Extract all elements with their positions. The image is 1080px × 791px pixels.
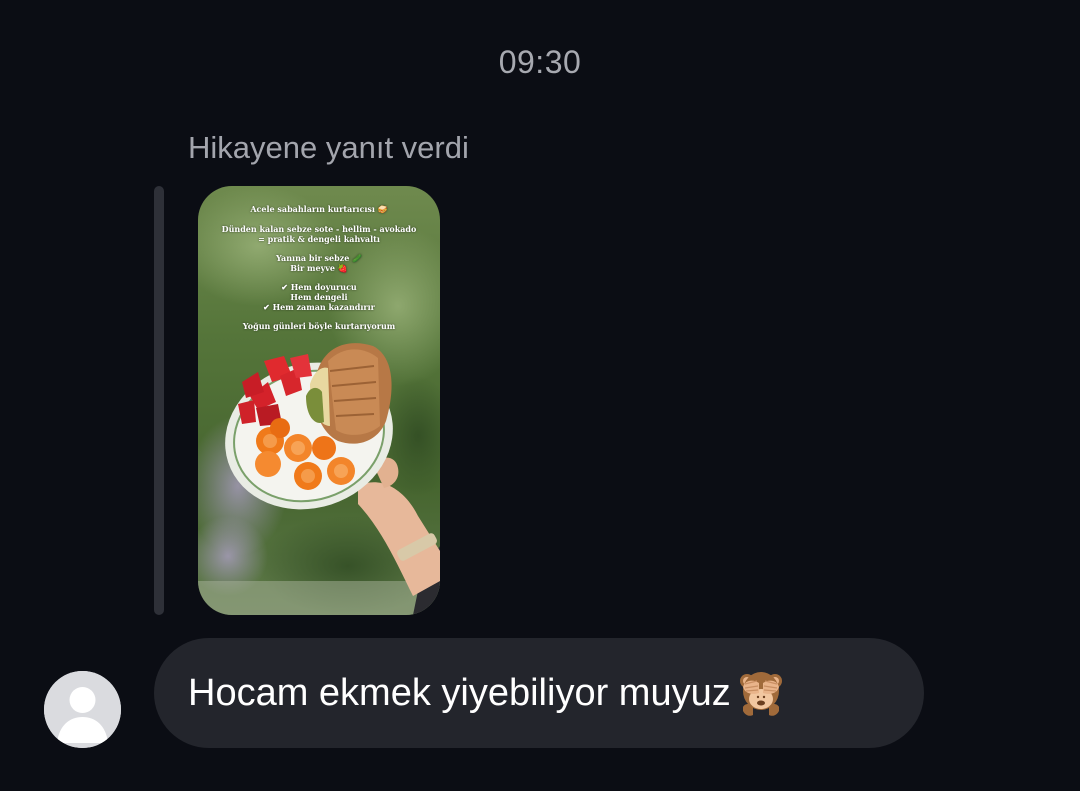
story-caption-line: = pratik & dengeli kahvaltı xyxy=(258,234,380,244)
story-caption-line: ✔ Hem zaman kazandırır xyxy=(263,302,375,312)
message-timestamp: 09:30 xyxy=(498,44,582,80)
story-caption-line: Dünden kalan sebze sote - hellim - avoka… xyxy=(221,224,417,234)
message-bubble[interactable]: Hocam ekmek yiyebiliyor muyuz xyxy=(154,638,924,748)
see-no-evil-monkey-icon xyxy=(735,667,787,719)
story-caption-line: ✔ Hem doyurucu xyxy=(281,282,357,292)
message-text: Hocam ekmek yiyebiliyor muyuz xyxy=(188,671,731,714)
default-profile-icon xyxy=(44,671,121,748)
story-caption-line: Bir meyve 🍓 xyxy=(290,263,348,273)
story-reply-label: Hikayene yanıt verdi xyxy=(188,130,469,165)
story-photo xyxy=(198,186,440,615)
story-caption-line: Yoğun günleri böyle kurtarıyorum xyxy=(242,321,396,331)
story-preview-card[interactable]: Acele sabahların kurtarıcısı 🥪 Dünden ka… xyxy=(198,186,440,615)
reply-quote-bar xyxy=(154,186,164,615)
story-caption-line: Hem dengeli xyxy=(290,292,348,302)
sender-avatar[interactable] xyxy=(44,671,121,748)
story-caption-line: Yanına bir sebze 🥒 xyxy=(275,253,363,263)
story-caption-line: Acele sabahların kurtarıcısı 🥪 xyxy=(250,204,388,214)
